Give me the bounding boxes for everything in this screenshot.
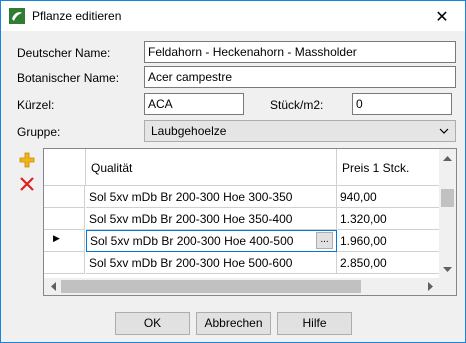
scroll-left-icon[interactable] xyxy=(44,278,61,295)
vertical-scrollbar[interactable] xyxy=(439,149,456,278)
window-title: Pflanze editieren xyxy=(32,9,122,23)
gruppe-select[interactable]: Laubgehoelze xyxy=(144,120,456,142)
kuerzel-field[interactable]: ACA xyxy=(144,93,244,115)
table-cell-preis[interactable]: 2.850,00 xyxy=(337,252,442,274)
close-button[interactable]: ✕ xyxy=(419,1,465,31)
ok-button[interactable]: OK xyxy=(115,312,190,335)
row-header-selected[interactable]: ▶ xyxy=(44,230,85,252)
table-cell-preis[interactable]: 1.960,00 xyxy=(337,230,442,252)
stueck-label: Stück/m2: xyxy=(270,98,324,112)
help-button[interactable]: Hilfe xyxy=(277,312,352,335)
gruppe-label: Gruppe: xyxy=(17,125,61,139)
row-header-corner xyxy=(44,149,86,186)
table-cell-qualitaet-editing[interactable]: Sol 5xv mDb Br 200-300 Hoe 400-500 xyxy=(86,230,337,252)
botanischer-name-field[interactable]: Acer campestre xyxy=(144,66,456,88)
kuerzel-label: Kürzel: xyxy=(17,98,55,112)
table-cell-qualitaet[interactable]: Sol 5xv mDb Br 200-300 Hoe 300-350 xyxy=(86,186,337,208)
gruppe-select-value: Laubgehoelze xyxy=(151,124,227,138)
row-header[interactable] xyxy=(44,252,85,274)
ellipsis-button[interactable]: ... xyxy=(316,232,333,249)
x-icon[interactable] xyxy=(19,176,35,192)
table-cell-qualitaet[interactable]: Sol 5xv mDb Br 200-300 Hoe 350-400 xyxy=(86,208,337,230)
plant-app-icon xyxy=(9,8,25,24)
column-header-preis[interactable]: Preis 1 Stck. xyxy=(337,149,442,186)
deutscher-name-label: Deutscher Name: xyxy=(17,46,111,60)
table-cell-preis[interactable]: 940,00 xyxy=(337,186,442,208)
scroll-corner xyxy=(439,278,456,295)
scroll-down-icon[interactable] xyxy=(439,261,456,278)
horizontal-scrollbar[interactable] xyxy=(44,278,439,295)
title-bar[interactable]: Pflanze editieren ✕ xyxy=(1,1,465,31)
row-indicator-icon: ▶ xyxy=(53,234,60,244)
quality-price-grid[interactable]: Qualität Preis 1 Stck. Sol 5xv mDb Br 20… xyxy=(43,148,457,296)
deutscher-name-field[interactable]: Feldahorn - Heckenahorn - Massholder xyxy=(144,41,456,63)
chevron-down-icon xyxy=(439,125,449,135)
dialog-window: Pflanze editieren ✕ Deutscher Name: Feld… xyxy=(0,0,466,343)
scroll-right-icon[interactable] xyxy=(422,278,439,295)
table-cell-qualitaet[interactable]: Sol 5xv mDb Br 200-300 Hoe 500-600 xyxy=(86,252,337,274)
cancel-button[interactable]: Abbrechen xyxy=(196,312,271,335)
scroll-up-icon[interactable] xyxy=(439,149,456,166)
stueck-field[interactable]: 0 xyxy=(352,93,452,115)
horizontal-scroll-thumb[interactable] xyxy=(61,280,361,293)
editing-cell-text: Sol 5xv mDb Br 200-300 Hoe 400-500 xyxy=(90,234,294,248)
botanischer-name-label: Botanischer Name: xyxy=(17,71,120,85)
row-header[interactable] xyxy=(44,208,85,230)
row-header[interactable] xyxy=(44,186,85,208)
plus-icon[interactable] xyxy=(19,152,35,168)
column-header-qualitaet[interactable]: Qualität xyxy=(86,149,337,186)
table-cell-preis[interactable]: 1.320,00 xyxy=(337,208,442,230)
vertical-scroll-thumb[interactable] xyxy=(441,189,454,207)
